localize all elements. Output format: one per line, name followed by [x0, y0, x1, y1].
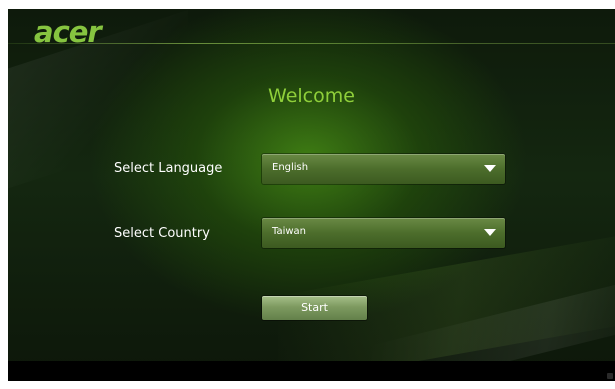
language-dropdown[interactable]: English: [262, 154, 505, 184]
chevron-down-icon: [484, 229, 496, 236]
status-icon: [607, 373, 613, 379]
start-button[interactable]: Start: [262, 296, 367, 320]
welcome-title: Welcome: [268, 85, 355, 107]
chevron-down-icon: [484, 165, 496, 172]
country-dropdown[interactable]: Taiwan: [262, 218, 505, 248]
system-bar: [8, 361, 615, 381]
header-divider: [8, 43, 615, 44]
country-value: Taiwan: [272, 226, 307, 237]
select-language-label: Select Language: [114, 161, 223, 176]
language-value: English: [272, 162, 309, 173]
setup-screen: acer Welcome Select Language English Sel…: [8, 9, 615, 381]
select-country-label: Select Country: [114, 226, 210, 241]
